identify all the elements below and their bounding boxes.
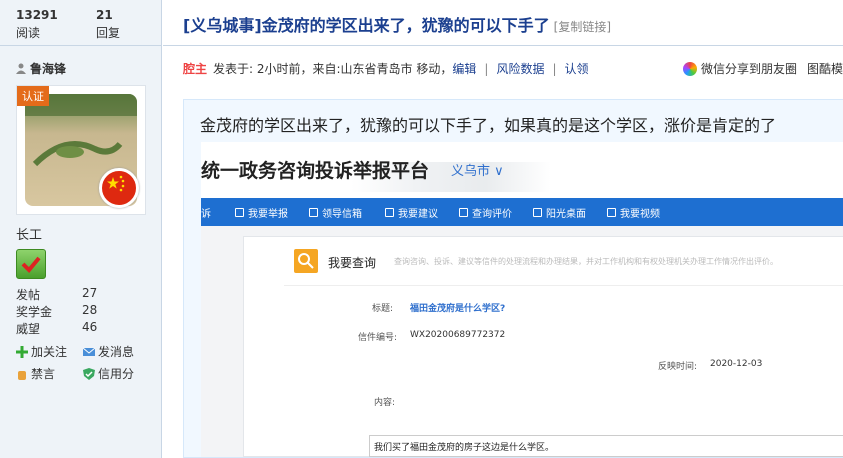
card-divider — [284, 285, 843, 286]
post-meta: 腔主 发表于: 2小时前，来自:山东省青岛市 移动，编辑 | 风险数据 | 认领 — [183, 60, 589, 77]
plus-icon — [16, 345, 28, 358]
prestige-row: 威望 46 — [16, 320, 97, 337]
china-flag-icon — [99, 168, 139, 208]
ban-label: 禁言 — [31, 367, 56, 381]
search-icon — [294, 249, 318, 273]
content-box: 我们买了福田金茂府的房子这边是什么学区。 — [369, 435, 843, 457]
message-button[interactable]: 发消息 — [82, 343, 135, 360]
certified-badge: 认证 — [17, 86, 49, 106]
query-description: 查询咨询、投诉、建议等信件的处理流程和办理结果，并对工作机构和有权处理机关办理工… — [394, 257, 778, 266]
user-icon — [16, 63, 26, 74]
date-label: 反映时间: — [658, 362, 698, 372]
message-label: 发消息 — [98, 345, 135, 359]
list-icon — [459, 208, 468, 217]
separator: | — [484, 62, 489, 76]
content-label: 内容: — [374, 398, 396, 408]
posts-label: 发帖 — [16, 288, 41, 302]
replies-stat: 21 回复 — [96, 8, 120, 41]
content-value: 我们买了福田金茂府的房子这边是什么学区。 — [374, 443, 555, 453]
author-name-row[interactable]: 鲁海锋 — [16, 60, 66, 77]
query-title: 我要查询 — [328, 256, 377, 270]
follow-label: 加关注 — [31, 345, 68, 359]
nav-item: 查询评价 — [459, 205, 512, 220]
image-tool-link[interactable]: 图酷模 — [807, 60, 843, 77]
post-stats: 13291 阅读 21 回复 — [0, 0, 162, 46]
views-count: 13291 — [16, 8, 58, 22]
nav-item: 我要建议 — [385, 205, 438, 220]
user-rank: 长工 — [16, 228, 43, 243]
views-label: 阅读 — [16, 26, 41, 40]
views-stat: 13291 阅读 — [16, 8, 58, 41]
prestige-value: 46 — [82, 320, 98, 334]
post-content: 金茂府的学区出来了，犹豫的可以下手了，如果真的是这个学区，涨价是肯定的了 统一政… — [183, 99, 843, 458]
letter-id-value: WX20200689772372 — [410, 330, 506, 340]
check-icon — [235, 208, 244, 217]
ban-button[interactable]: 禁言 — [16, 365, 55, 382]
author-sidebar: 13291 阅读 21 回复 鲁海锋 认证 长工 发帖 27 奖学金 28 威望… — [0, 0, 162, 458]
prestige-label: 威望 — [16, 322, 41, 336]
title-divider — [163, 45, 843, 46]
posts-value: 27 — [82, 286, 98, 300]
scholarship-value: 28 — [82, 303, 98, 317]
portal-nav: 诉 我要举报 领导信箱 我要建议 查询评价 阳光桌面 我要视频 — [201, 198, 843, 226]
credit-button[interactable]: 信用分 — [83, 365, 134, 382]
post-body-text: 金茂府的学区出来了，犹豫的可以下手了，如果真的是这个学区，涨价是肯定的了 — [200, 116, 777, 135]
subject-value: 福田金茂府是什么学区? — [410, 304, 506, 314]
avatar-frame: 认证 — [16, 85, 146, 215]
post-title: [义乌城事]金茂府的学区出来了，犹豫的可以下手了 [复制链接] — [183, 12, 611, 36]
checkmark-medal-icon — [16, 249, 46, 279]
credit-label: 信用分 — [98, 367, 135, 381]
scholarship-row: 奖学金 28 — [16, 303, 97, 320]
author-name[interactable]: 鲁海锋 — [30, 60, 66, 77]
separator: | — [552, 62, 557, 76]
replies-label: 回复 — [96, 26, 121, 40]
share-bar: 微信分享到朋友圈 图酷模 — [682, 60, 843, 77]
subject-label: 标题: — [372, 304, 394, 314]
envelope-icon — [82, 346, 96, 358]
claim-link[interactable]: 认领 — [565, 62, 589, 76]
mail-icon — [309, 208, 318, 217]
city-selector: 义乌市 ∨ — [451, 164, 504, 179]
video-icon — [607, 208, 616, 217]
letter-id-label: 信件编号: — [358, 333, 398, 343]
edit-link[interactable]: 编辑 — [452, 62, 476, 76]
nav-item: 我要举报 — [235, 205, 288, 220]
hand-icon — [16, 368, 28, 380]
nav-item: 阳光桌面 — [533, 205, 586, 220]
date-value: 2020-12-03 — [710, 359, 763, 369]
posts-count-row: 发帖 27 — [16, 286, 97, 303]
follow-button[interactable]: 加关注 — [16, 343, 67, 360]
portal-title: 统一政务咨询投诉举报平台 — [201, 160, 430, 182]
wechat-share-icon — [682, 61, 697, 76]
nav-item: 我要视频 — [607, 205, 660, 220]
pen-icon — [385, 208, 394, 217]
copy-link-button[interactable]: [复制链接] — [554, 20, 611, 34]
op-tag: 腔主 — [183, 62, 208, 76]
wechat-share-link[interactable]: 微信分享到朋友圈 — [701, 60, 797, 77]
post-main: [义乌城事]金茂府的学区出来了，犹豫的可以下手了 [复制链接] 腔主 发表于: 2小… — [163, 0, 843, 458]
shield-icon — [83, 367, 95, 380]
scholarship-label: 奖学金 — [16, 305, 53, 319]
nav-item: 领导信箱 — [309, 205, 362, 220]
grid-icon — [533, 208, 542, 217]
embedded-screenshot: 统一政务咨询投诉举报平台 义乌市 ∨ 诉 我要举报 领导信箱 我要建议 查询评价… — [201, 142, 843, 457]
post-meta-text: 发表于: 2小时前，来自:山东省青岛市 移动， — [213, 62, 453, 76]
portal-header: 统一政务咨询投诉举报平台 义乌市 ∨ — [201, 142, 843, 198]
replies-count: 21 — [96, 8, 113, 22]
nav-item: 诉 — [201, 209, 211, 220]
query-card: 我要查询 查询咨询、投诉、建议等信件的处理流程和办理结果，并对工作机构和有权处理… — [243, 236, 843, 457]
post-title-text[interactable]: [义乌城事]金茂府的学区出来了，犹豫的可以下手了 — [183, 16, 550, 35]
risk-data-link[interactable]: 风险数据 — [496, 62, 544, 76]
